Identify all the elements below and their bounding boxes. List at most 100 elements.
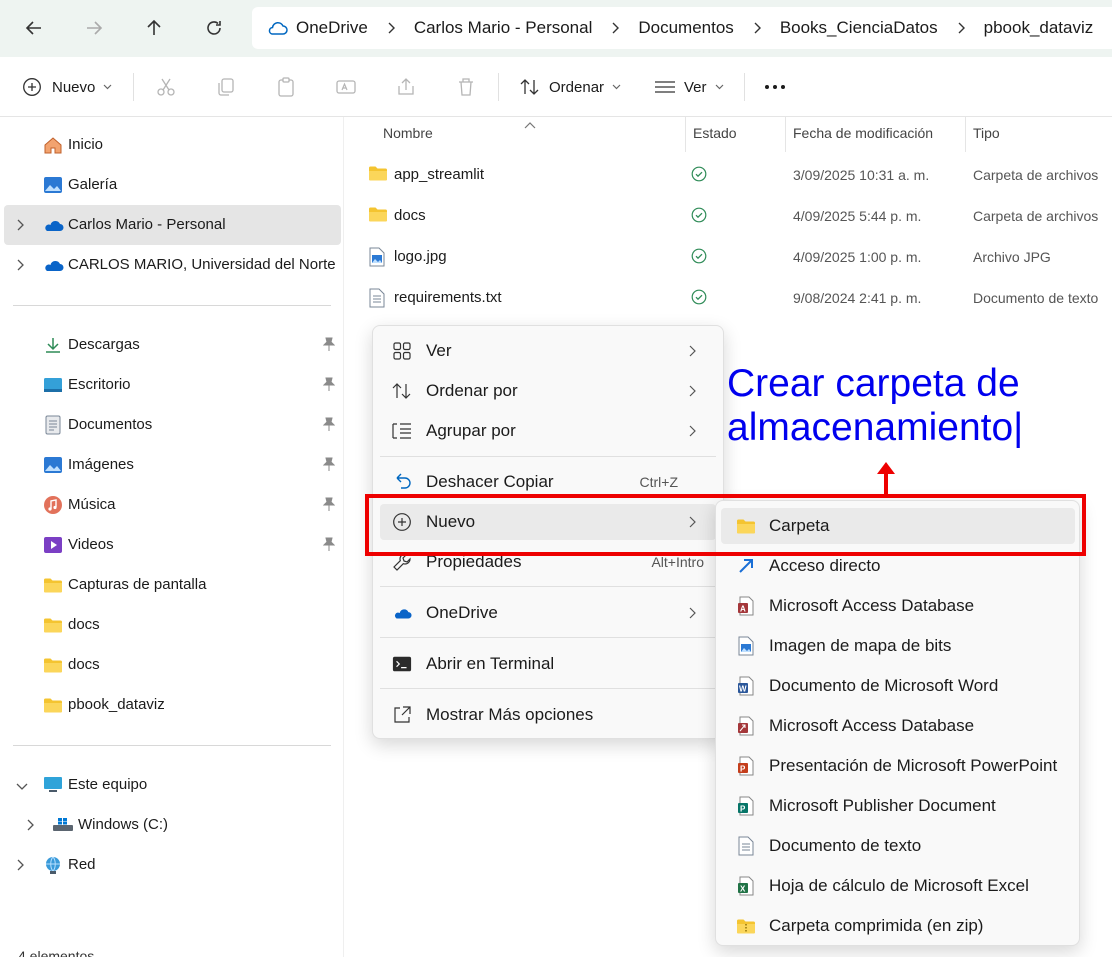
menu-item-view[interactable]: Ver	[380, 333, 716, 369]
sidebar-item-screenshots[interactable]: Capturas de pantalla	[4, 565, 341, 605]
folder-icon	[368, 206, 388, 225]
menu-item-onedrive[interactable]: OneDrive	[380, 595, 716, 631]
chevron-down-icon	[715, 84, 723, 90]
column-divider[interactable]	[965, 117, 966, 152]
share-icon	[398, 78, 414, 95]
sidebar-item-docs[interactable]: docs	[4, 605, 341, 645]
address-bar: OneDrive Carlos Mario - Personal Documen…	[0, 0, 1112, 57]
chevron-right-icon[interactable]	[16, 218, 24, 235]
breadcrumb-item[interactable]: Books_CienciaDatos	[780, 18, 938, 38]
chevron-down-icon[interactable]	[16, 778, 28, 795]
submenu-item-text-document[interactable]: Documento de texto	[721, 828, 1075, 864]
rename-button[interactable]	[335, 71, 357, 103]
chevron-right-icon[interactable]	[26, 818, 34, 835]
sidebar-item-this-pc[interactable]: Este equipo	[4, 765, 341, 805]
submenu-item-access-database[interactable]: Microsoft Access Database	[721, 708, 1075, 744]
sidebar-item-label: pbook_dataviz	[68, 696, 165, 713]
sidebar-item-pictures[interactable]: Imágenes	[4, 445, 341, 485]
folder-icon	[42, 615, 64, 635]
text-file-icon	[735, 836, 757, 856]
menu-item-show-more-options[interactable]: Mostrar Más opciones	[380, 697, 716, 733]
sidebar-item-label: Inicio	[68, 136, 104, 153]
sidebar-item-music[interactable]: Música	[4, 485, 341, 525]
svg-text:X: X	[740, 885, 746, 894]
submenu-item-label: Hoja de cálculo de Microsoft Excel	[769, 876, 1029, 895]
sidebar-item-documents[interactable]: Documentos	[4, 405, 341, 445]
chevron-right-icon[interactable]	[16, 858, 24, 875]
column-header-type[interactable]: Tipo	[973, 125, 1000, 141]
sidebar-item-gallery[interactable]: Galería	[4, 165, 341, 205]
sidebar-item-carlos-mario-personal[interactable]: Carlos Mario - Personal	[4, 205, 341, 245]
delete-button[interactable]	[455, 71, 477, 103]
onedrive-icon	[392, 603, 412, 623]
file-date: 3/09/2025 10:31 a. m.	[793, 167, 930, 183]
submenu-item-word-document[interactable]: W Documento de Microsoft Word	[721, 668, 1075, 704]
breadcrumb-item[interactable]: Documentos	[638, 18, 733, 38]
sidebar-item-windows-c[interactable]: Windows (C:)	[4, 805, 341, 845]
forward-button[interactable]	[76, 10, 112, 46]
column-divider[interactable]	[785, 117, 786, 152]
sidebar-item-network[interactable]: Red	[4, 845, 341, 885]
submenu-item-powerpoint[interactable]: P Presentación de Microsoft PowerPoint	[721, 748, 1075, 784]
desktop-icon	[42, 375, 64, 395]
column-header-status[interactable]: Estado	[693, 125, 737, 141]
paste-button[interactable]	[275, 71, 297, 103]
trash-icon	[459, 78, 473, 96]
sidebar-item-downloads[interactable]: Descargas	[4, 325, 341, 365]
menu-item-sort-by[interactable]: Ordenar por	[380, 373, 716, 409]
shortcut-icon	[735, 556, 757, 576]
column-header-modified[interactable]: Fecha de modificación	[793, 125, 933, 141]
refresh-button[interactable]	[196, 10, 232, 46]
view-button[interactable]: Ver	[654, 71, 724, 103]
submenu-item-excel[interactable]: X Hoja de cálculo de Microsoft Excel	[721, 868, 1075, 904]
sidebar-item-carlos-mario-uninorte[interactable]: CARLOS MARIO, Universidad del Norte	[4, 245, 341, 285]
more-options-button[interactable]	[764, 71, 786, 103]
submenu-item-access-database[interactable]: A Microsoft Access Database	[721, 588, 1075, 624]
column-header-name[interactable]: Nombre	[383, 125, 433, 141]
cut-button[interactable]	[155, 71, 177, 103]
submenu-item-zip-folder[interactable]: Carpeta comprimida (en zip)	[721, 908, 1075, 944]
sidebar-item-videos[interactable]: Videos	[4, 525, 341, 565]
menu-item-open-terminal[interactable]: Abrir en Terminal	[380, 646, 716, 682]
menu-item-group-by[interactable]: Agrupar por	[380, 413, 716, 449]
file-row[interactable]: app_streamlit 3/09/2025 10:31 a. m. Carp…	[364, 155, 1112, 195]
back-button[interactable]	[16, 10, 52, 46]
network-icon	[42, 855, 64, 875]
shortcut-label: Alt+Intro	[651, 554, 704, 570]
navigation-pane: Inicio Galería Carlos Mario - Personal C…	[0, 117, 344, 957]
menu-separator	[380, 688, 716, 689]
share-button[interactable]	[395, 71, 417, 103]
refresh-icon	[207, 21, 221, 35]
up-button[interactable]	[136, 10, 172, 46]
new-button[interactable]: Nuevo	[22, 71, 112, 103]
copy-button[interactable]	[215, 71, 237, 103]
sidebar-item-pbook-dataviz[interactable]: pbook_dataviz	[4, 685, 341, 725]
file-row[interactable]: requirements.txt 9/08/2024 2:41 p. m. Do…	[364, 278, 1112, 318]
pin-icon	[322, 337, 336, 355]
submenu-item-publisher[interactable]: P Microsoft Publisher Document	[721, 788, 1075, 824]
chevron-right-icon[interactable]	[16, 258, 24, 275]
synced-check-icon	[691, 248, 707, 267]
sort-icon	[520, 79, 539, 95]
submenu-item-label: Documento de texto	[769, 836, 922, 855]
submenu-item-bitmap[interactable]: Imagen de mapa de bits	[721, 628, 1075, 664]
excel-icon: X	[735, 876, 757, 896]
chevron-right-icon	[688, 424, 696, 440]
breadcrumb-item[interactable]: OneDrive	[296, 18, 368, 38]
plus-circle-icon	[23, 78, 41, 96]
breadcrumb-item[interactable]: Carlos Mario - Personal	[414, 18, 593, 38]
sort-button[interactable]: Ordenar	[519, 71, 621, 103]
sidebar-item-label: Red	[68, 856, 96, 873]
new-button-label: Nuevo	[52, 78, 96, 96]
sidebar-item-docs[interactable]: docs	[4, 645, 341, 685]
file-row[interactable]: logo.jpg 4/09/2025 1:00 p. m. Archivo JP…	[364, 237, 1112, 277]
menu-item-label: Abrir en Terminal	[426, 654, 555, 673]
column-divider[interactable]	[685, 117, 686, 152]
sort-button-label: Ordenar	[549, 78, 605, 96]
sidebar-item-home[interactable]: Inicio	[4, 125, 341, 165]
breadcrumb-item[interactable]: pbook_dataviz	[984, 18, 1094, 38]
file-row[interactable]: docs 4/09/2025 5:44 p. m. Carpeta de arc…	[364, 196, 1112, 236]
sidebar-divider	[13, 745, 331, 746]
sidebar-item-desktop[interactable]: Escritorio	[4, 365, 341, 405]
breadcrumb[interactable]: OneDrive Carlos Mario - Personal Documen…	[252, 7, 1112, 49]
